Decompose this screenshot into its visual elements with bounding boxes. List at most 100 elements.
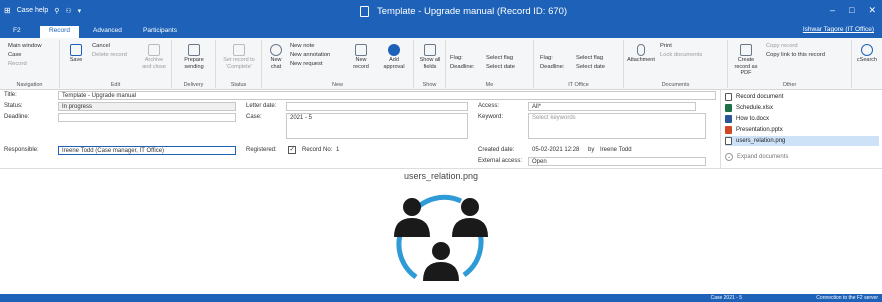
archive-label: Archive and close xyxy=(142,57,166,70)
attach-icon[interactable]: ⚲ xyxy=(54,7,59,15)
user-link[interactable]: Ishwar Tagore (IT Office) xyxy=(803,26,874,33)
new-record-button[interactable]: New record xyxy=(348,44,374,70)
add-approval-button[interactable]: Add approval xyxy=(378,44,410,70)
by-value: Ireene Todd xyxy=(600,147,632,153)
print-button[interactable]: Print xyxy=(660,42,672,50)
attachment-button[interactable]: Attachment xyxy=(626,44,656,64)
status-select[interactable]: In progress xyxy=(58,102,236,111)
new-record-label: New record xyxy=(353,57,369,70)
ribbon: Main window Case Record Navigation Save … xyxy=(0,38,882,90)
letter-date-input[interactable] xyxy=(286,102,468,111)
list-item[interactable]: Presentation.pptx xyxy=(725,125,783,135)
group-label: Edit xyxy=(110,82,121,88)
it-flag-select[interactable]: Select flag xyxy=(576,54,603,62)
envelope-icon xyxy=(188,44,200,56)
title-bar: ⊞ Case help ⚲ ⚇ ▾ Template - Upgrade man… xyxy=(0,0,882,24)
deadline-label: Deadline: xyxy=(4,114,30,120)
deadline-input[interactable] xyxy=(58,113,236,122)
cancel-button[interactable]: Cancel xyxy=(92,42,110,50)
external-access-select[interactable]: Open xyxy=(528,157,706,166)
new-note-button[interactable]: New note xyxy=(290,42,315,50)
expand-label: Expand documents xyxy=(737,154,789,160)
created-date-value: 05-02-2021 12:28 xyxy=(532,147,580,153)
csearch-label: cSearch xyxy=(856,57,878,63)
group-documents: Attachment Print Lock documents Document… xyxy=(624,40,728,88)
new-annotation-button[interactable]: New annotation xyxy=(290,51,330,59)
me-deadline-label: Deadline: xyxy=(450,64,475,70)
new-request-button[interactable]: New request xyxy=(290,60,323,68)
app-name[interactable]: Case help xyxy=(17,7,49,14)
group-navigation: Main window Case Record Navigation xyxy=(0,40,60,88)
powerpoint-icon xyxy=(725,126,732,134)
users-icon[interactable]: ⚇ xyxy=(65,7,71,15)
new-chat-button[interactable]: New chat xyxy=(266,44,286,70)
title-label: Title: xyxy=(4,92,17,98)
tab-participants[interactable]: Participants xyxy=(134,26,186,38)
tab-advanced[interactable]: Advanced xyxy=(84,26,131,38)
registered-checkbox[interactable]: ✓ xyxy=(288,146,296,154)
group-label: IT Office xyxy=(568,82,589,88)
new-record-icon xyxy=(355,44,367,56)
doc-label: Schedule.xlsx xyxy=(736,105,774,111)
copy-link-button[interactable]: Copy link to this record xyxy=(766,51,825,59)
record-button[interactable]: Record xyxy=(8,60,27,68)
image-icon xyxy=(725,137,732,145)
prepare-label: Prepare sending xyxy=(184,57,204,70)
viewer-filename: users_relation.png xyxy=(403,171,479,181)
add-approval-label: Add approval xyxy=(383,57,405,70)
case-select[interactable]: 2021 - 5 xyxy=(286,113,468,139)
set-complete-label: Set record to 'Complete' xyxy=(223,57,255,70)
case-label: Case: xyxy=(246,114,262,120)
group-csearch: cSearch xyxy=(852,40,882,88)
chat-icon xyxy=(270,44,282,56)
title-input[interactable]: Template - Upgrade manual xyxy=(58,91,716,100)
delete-record-button[interactable]: Delete record xyxy=(92,51,127,59)
lock-documents-button[interactable]: Lock documents xyxy=(660,51,702,59)
keyword-input[interactable]: Select keywords xyxy=(528,113,706,139)
group-it-office: Flag: Deadline: Select flag Select date … xyxy=(534,40,624,88)
main-window-button[interactable]: Main window xyxy=(8,42,42,50)
prepare-sending-button[interactable]: Prepare sending xyxy=(178,44,210,70)
expand-documents-button[interactable]: ⌄ Expand documents xyxy=(725,152,788,162)
list-item[interactable]: Record document xyxy=(725,92,783,102)
it-deadline-picker[interactable]: Select date xyxy=(576,63,605,71)
group-label: Navigation xyxy=(16,82,43,88)
approval-icon xyxy=(388,44,400,56)
close-icon[interactable]: ✕ xyxy=(868,5,876,16)
responsible-select[interactable]: Ireene Todd (Case manager, IT Office) xyxy=(58,146,236,155)
attachment-label: Attachment xyxy=(627,57,655,63)
me-deadline-picker[interactable]: Select date xyxy=(486,63,515,71)
copy-record-button[interactable]: Copy record xyxy=(766,42,798,50)
minimize-icon[interactable]: – xyxy=(830,5,835,16)
create-pdf-button[interactable]: Create record as PDF xyxy=(730,44,762,77)
me-flag-select[interactable]: Select flag xyxy=(486,54,513,62)
external-access-label: External access: xyxy=(478,158,523,164)
archive-button[interactable]: Archive and close xyxy=(140,44,168,70)
maximize-icon[interactable]: □ xyxy=(849,5,854,16)
csearch-button[interactable]: cSearch xyxy=(854,44,880,64)
status-connection: Connection to the F2 server xyxy=(816,295,878,301)
responsible-label: Responsible: xyxy=(4,147,39,153)
access-select[interactable]: All* xyxy=(528,102,696,111)
list-item[interactable]: How to.docx xyxy=(725,114,769,124)
group-label: New xyxy=(331,82,343,88)
excel-icon xyxy=(725,104,732,112)
tab-record[interactable]: Record xyxy=(40,26,79,38)
by-label: by xyxy=(588,147,595,153)
save-button[interactable]: Save xyxy=(66,44,86,64)
list-item[interactable]: users_relation.png xyxy=(725,136,879,146)
dropdown-icon[interactable]: ▾ xyxy=(78,7,82,15)
group-status: Set record to 'Complete' Status xyxy=(216,40,262,88)
case-button[interactable]: Case xyxy=(8,51,22,59)
group-show: Show all fields Show xyxy=(414,40,446,88)
save-label: Save xyxy=(69,57,83,63)
tab-f2[interactable]: F2 xyxy=(4,26,30,38)
search-icon xyxy=(861,44,873,56)
list-item[interactable]: Schedule.xlsx xyxy=(725,103,773,113)
me-flag-label: Flag: xyxy=(450,55,463,61)
it-deadline-label: Deadline: xyxy=(540,64,565,70)
group-other: Create record as PDF Copy record Copy li… xyxy=(728,40,852,88)
set-complete-button[interactable]: Set record to 'Complete' xyxy=(220,44,258,70)
word-icon xyxy=(725,115,732,123)
show-all-fields-button[interactable]: Show all fields xyxy=(416,44,444,70)
